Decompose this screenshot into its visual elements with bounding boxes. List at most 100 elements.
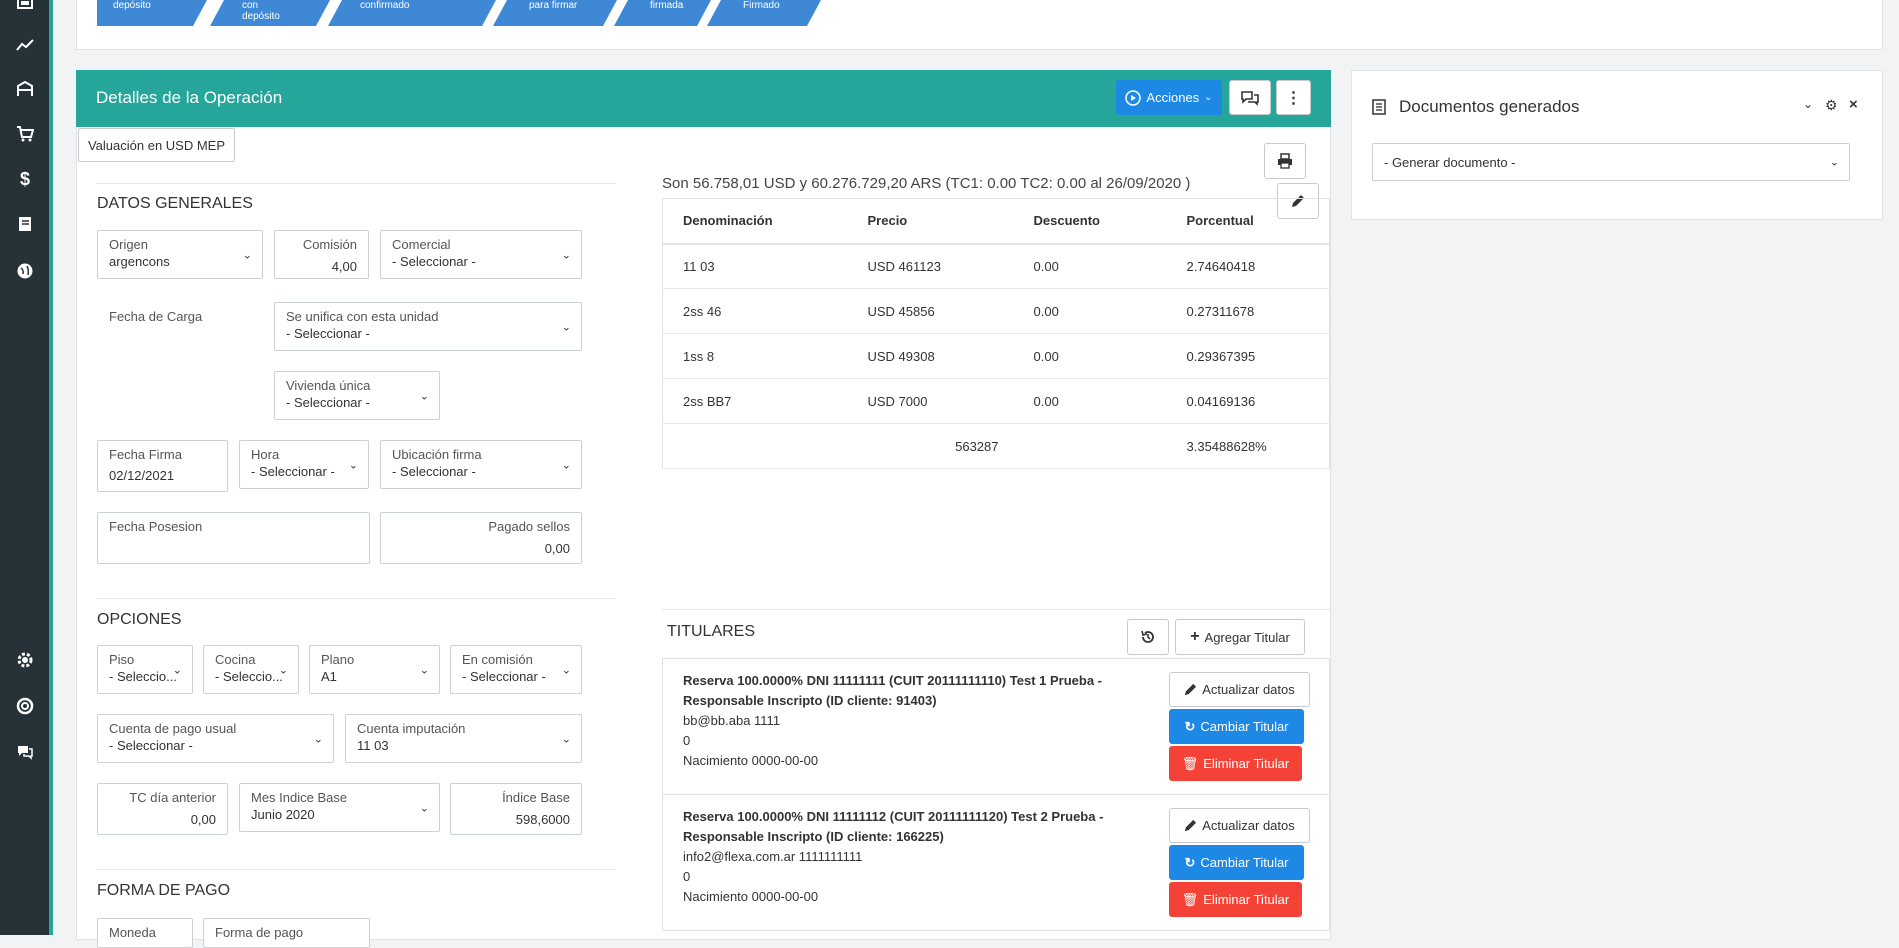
mes-indice-base-select[interactable]: Mes Indice Base Junio 2020 ⌄: [239, 783, 440, 832]
gear-icon[interactable]: [14, 651, 36, 673]
kebab-icon: ⋮: [1285, 89, 1302, 107]
table-cell: USD 45856: [847, 288, 1014, 334]
table-cell: 0.00: [1013, 378, 1167, 424]
generar-documento-select[interactable]: - Generar documento - ⌄: [1372, 143, 1850, 181]
pagado-sellos-input[interactable]: Pagado sellos 0,00: [380, 512, 582, 564]
table-cell: 0.29367395: [1166, 333, 1330, 379]
lifebuoy-icon[interactable]: [14, 697, 36, 719]
origen-select[interactable]: Origen argencons ⌄: [97, 230, 263, 279]
indice-base-input[interactable]: Índice Base 598,6000: [450, 783, 582, 835]
table-cell: USD 461123: [847, 243, 1014, 289]
collapse-icon[interactable]: ⌄: [1803, 97, 1813, 111]
en-comision-select[interactable]: En comisión - Seleccionar - ⌄: [450, 645, 582, 694]
step-firmado[interactable]: Firmado: [707, 0, 821, 26]
actualizar-datos-button[interactable]: Actualizar datos: [1169, 672, 1310, 707]
column-header: Descuento: [1013, 198, 1167, 245]
ubicacion-firma-select[interactable]: Ubicación firma - Seleccionar - ⌄: [380, 440, 582, 489]
refresh-icon: ↻: [1184, 718, 1196, 734]
operation-header: Detalles de la Operación Acciones ⌄ ⋮: [76, 70, 1331, 127]
history-button[interactable]: [1127, 619, 1169, 655]
tc-dia-anterior-input[interactable]: TC día anterior 0,00: [97, 783, 228, 835]
cuenta-imputacion-select[interactable]: Cuenta imputación 11 03 ⌄: [345, 714, 582, 763]
divider: [96, 869, 616, 870]
plano-select[interactable]: Plano A1 ⌄: [309, 645, 440, 694]
refresh-icon: ↻: [1184, 854, 1196, 870]
table-cell: 1ss 8: [662, 333, 848, 379]
table-cell: USD 7000: [847, 378, 1014, 424]
fecha-posesion-input[interactable]: Fecha Posesion: [97, 512, 370, 564]
datos-generales-title: DATOS GENERALES: [97, 195, 253, 212]
titular-info: Responsable Inscripto (ID cliente: 91403…: [683, 693, 937, 708]
chart-line-icon[interactable]: [14, 36, 36, 58]
table-cell: USD 49308: [847, 333, 1014, 379]
table-cell: 0.00: [1013, 243, 1167, 289]
documentos-panel: Documentos generados ⌄ ⚙ × - Generar doc…: [1351, 70, 1883, 220]
cambiar-titular-button[interactable]: ↻ Cambiar Titular: [1169, 709, 1304, 744]
titular-info: Responsable Inscripto (ID cliente: 16622…: [683, 829, 944, 844]
step-firmada[interactable]: firmada: [614, 0, 711, 26]
globe-icon[interactable]: [14, 262, 36, 284]
gear-icon[interactable]: ⚙: [1825, 97, 1838, 114]
titular-birth: Nacimiento 0000-00-00: [683, 753, 819, 768]
step-deposito[interactable]: depósito: [97, 0, 207, 26]
step-confirmado[interactable]: confirmado: [328, 0, 496, 26]
actualizar-datos-button[interactable]: Actualizar datos: [1169, 808, 1310, 843]
piso-select[interactable]: Piso - Seleccio... ⌄: [97, 645, 193, 694]
table-cell: 2.74640418: [1166, 243, 1330, 289]
print-button[interactable]: [1264, 143, 1306, 179]
acciones-button[interactable]: Acciones ⌄: [1116, 80, 1222, 115]
fecha-firma-input[interactable]: Fecha Firma 02/12/2021: [97, 440, 228, 492]
trash-icon: 🗑: [1181, 755, 1199, 771]
forma-pago-title: FORMA DE PAGO: [97, 882, 231, 899]
step-para-firmar[interactable]: para firmar: [493, 0, 617, 26]
comercial-select[interactable]: Comercial - Seleccionar - ⌄: [380, 230, 582, 279]
chat-icon[interactable]: [14, 743, 36, 765]
vivienda-unica-select[interactable]: Vivienda única - Seleccionar - ⌄: [274, 371, 440, 420]
table-row: 11 03 USD 461123 0.00 2.74640418: [662, 243, 1330, 289]
chevron-down-icon: ⌄: [561, 249, 571, 261]
history-icon: [1141, 630, 1154, 643]
titular-contact: info2@flexa.com.ar 1111111111: [683, 849, 863, 864]
total-price: 563287: [847, 423, 1014, 469]
forma-pago-select[interactable]: Forma de pago: [203, 918, 370, 948]
cuenta-pago-usual-select[interactable]: Cuenta de pago usual - Seleccionar - ⌄: [97, 714, 334, 763]
divider: [96, 598, 616, 599]
agregar-titular-button[interactable]: + Agregar Titular: [1175, 619, 1305, 655]
cocina-select[interactable]: Cocina - Seleccio... ⌄: [203, 645, 299, 694]
moneda-select[interactable]: Moneda: [97, 918, 193, 948]
valuacion-usd-mep-button[interactable]: Valuación en USD MEP: [78, 128, 235, 162]
chevron-down-icon: ⌄: [561, 459, 571, 471]
more-options-button[interactable]: ⋮: [1276, 80, 1311, 115]
building-icon[interactable]: [14, 80, 36, 102]
documentos-title: Documentos generados: [1399, 97, 1580, 116]
chevron-down-icon: ⌄: [561, 321, 571, 333]
close-icon[interactable]: ×: [1849, 96, 1858, 113]
titular-birth: Nacimiento 0000-00-00: [683, 889, 819, 904]
cambiar-titular-button[interactable]: ↻ Cambiar Titular: [1169, 845, 1304, 880]
chevron-down-icon: ⌄: [172, 664, 182, 676]
titular-info: Reserva 100.0000% DNI 11111112 (CUIT 201…: [683, 809, 1104, 824]
book-icon[interactable]: [14, 215, 36, 237]
fecha-carga-input[interactable]: Fecha de Carga: [97, 302, 263, 351]
table-row: 2ss 46 USD 45856 0.00 0.27311678: [662, 288, 1330, 334]
eliminar-titular-button[interactable]: 🗑 Eliminar Titular: [1169, 882, 1302, 917]
comision-input[interactable]: Comisión 4,00: [274, 230, 369, 279]
dollar-icon[interactable]: $: [14, 168, 36, 190]
comments-icon: [1241, 90, 1259, 106]
eliminar-titular-button[interactable]: 🗑 Eliminar Titular: [1169, 746, 1302, 781]
table-cell: 0.00: [1013, 333, 1167, 379]
comments-button[interactable]: [1229, 80, 1271, 115]
divider: [96, 183, 616, 184]
hora-select[interactable]: Hora - Seleccionar - ⌄: [239, 440, 369, 489]
chevron-down-icon: ⌄: [313, 733, 323, 745]
chevron-down-icon: ⌄: [1829, 156, 1839, 169]
dashboard-icon[interactable]: [14, 0, 36, 14]
titular-item: Reserva 100.0000% DNI 11111112 (CUIT 201…: [662, 794, 1330, 931]
titular-contact: bb@bb.aba 1111: [683, 713, 781, 728]
step-con-deposito[interactable]: con depósito: [210, 0, 330, 26]
chevron-down-icon: ⌄: [278, 664, 288, 676]
unifica-unidad-select[interactable]: Se unifica con esta unidad - Seleccionar…: [274, 302, 582, 351]
chevron-down-icon: ⌄: [419, 664, 429, 676]
cart-icon[interactable]: [14, 125, 36, 147]
items-table: Denominación Precio Descuento Porcentual…: [662, 198, 1330, 469]
